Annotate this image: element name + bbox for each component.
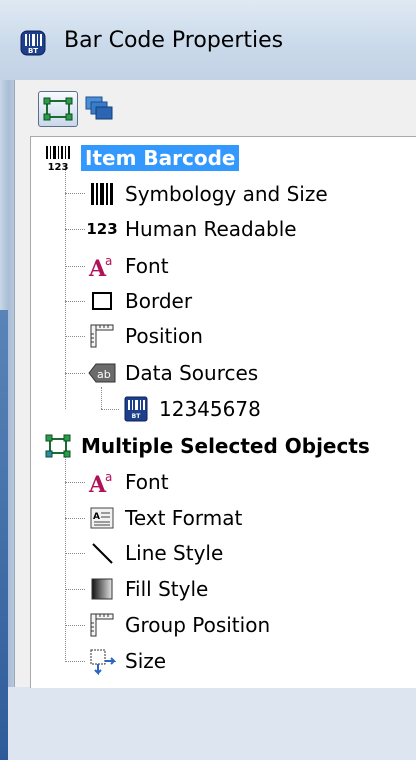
position-icon	[87, 322, 117, 350]
tree-item-multi-font[interactable]: A a Font	[87, 465, 169, 499]
tree-item-data-sources[interactable]: ab Data Sources	[87, 356, 258, 390]
barcode-icon	[87, 180, 117, 208]
tree-item-position[interactable]: Position	[87, 319, 203, 353]
svg-text:BT: BT	[28, 47, 38, 55]
border-icon	[87, 287, 117, 315]
window-frame	[0, 80, 14, 760]
data-field-icon: BT	[121, 395, 151, 423]
tree-item-label: Border	[125, 289, 193, 313]
human-readable-icon: 123	[86, 220, 118, 238]
tree-item-label: Data Sources	[125, 361, 259, 385]
multiple-objects-button[interactable]	[80, 91, 118, 127]
object-properties-button[interactable]	[38, 91, 78, 127]
tree-item-label: Text Format	[125, 506, 243, 530]
tree-item-border[interactable]: Border	[87, 284, 192, 318]
tree-item-human-readable[interactable]: 123 Human Readable	[86, 212, 297, 246]
line-style-icon	[87, 539, 117, 567]
tree-item-label: Fill Style	[125, 577, 209, 601]
multiple-objects-icon	[43, 432, 73, 460]
svg-text:a: a	[105, 254, 112, 268]
size-icon	[87, 647, 117, 675]
object-properties-icon	[43, 97, 73, 121]
tree-item-size[interactable]: Size	[87, 644, 166, 678]
tree-item-label: Size	[125, 649, 167, 673]
svg-text:BT: BT	[132, 413, 142, 420]
barcode-object-icon: 123	[43, 144, 73, 172]
tree-item-font[interactable]: A a Font	[87, 249, 169, 283]
window-title: Bar Code Properties	[64, 28, 284, 53]
position-icon	[87, 611, 117, 639]
tree-item-label: 12345678	[159, 397, 261, 421]
tree-item-label: Font	[125, 254, 169, 278]
tree-item-label: Multiple Selected Objects	[81, 434, 370, 458]
font-icon: A a	[87, 252, 117, 280]
tree-item-label: Font	[125, 470, 169, 494]
tree-item-label: Group Position	[125, 613, 271, 637]
tree-item-label: Symbology and Size	[125, 182, 328, 206]
tree-item-label: Position	[125, 324, 203, 348]
fill-style-icon	[87, 575, 117, 603]
toolbar	[18, 86, 416, 134]
font-icon: A a	[87, 468, 117, 496]
properties-tree[interactable]: 123 Item Barcode Symbology and Size 123 …	[30, 136, 416, 688]
tree-item-data-source-value[interactable]: BT 12345678	[121, 392, 261, 426]
app-icon: BT	[20, 30, 46, 56]
text-format-icon: A	[87, 504, 117, 532]
svg-text:A: A	[93, 512, 100, 522]
tree-item-label: Item Barcode	[81, 145, 240, 171]
tree-item-symbology-and-size[interactable]: Symbology and Size	[87, 177, 328, 211]
tree-item-label: Human Readable	[125, 217, 297, 241]
tree-item-group-position[interactable]: Group Position	[87, 608, 270, 642]
svg-text:a: a	[105, 470, 112, 484]
title-bar: BT Bar Code Properties	[0, 0, 416, 80]
multiple-objects-icon	[85, 96, 113, 120]
tree-item-text-format[interactable]: A Text Format	[87, 501, 242, 535]
tree-item-fill-style[interactable]: Fill Style	[87, 572, 208, 606]
svg-text:123: 123	[48, 162, 69, 172]
tree-item-label: Line Style	[125, 541, 224, 565]
tree-item-line-style[interactable]: Line Style	[87, 536, 223, 570]
tree-item-multiple-selected-objects[interactable]: Multiple Selected Objects	[43, 429, 370, 463]
tree-item-item-barcode[interactable]: 123 Item Barcode	[43, 141, 240, 175]
svg-text:ab: ab	[97, 368, 111, 381]
data-sources-icon: ab	[87, 359, 117, 387]
